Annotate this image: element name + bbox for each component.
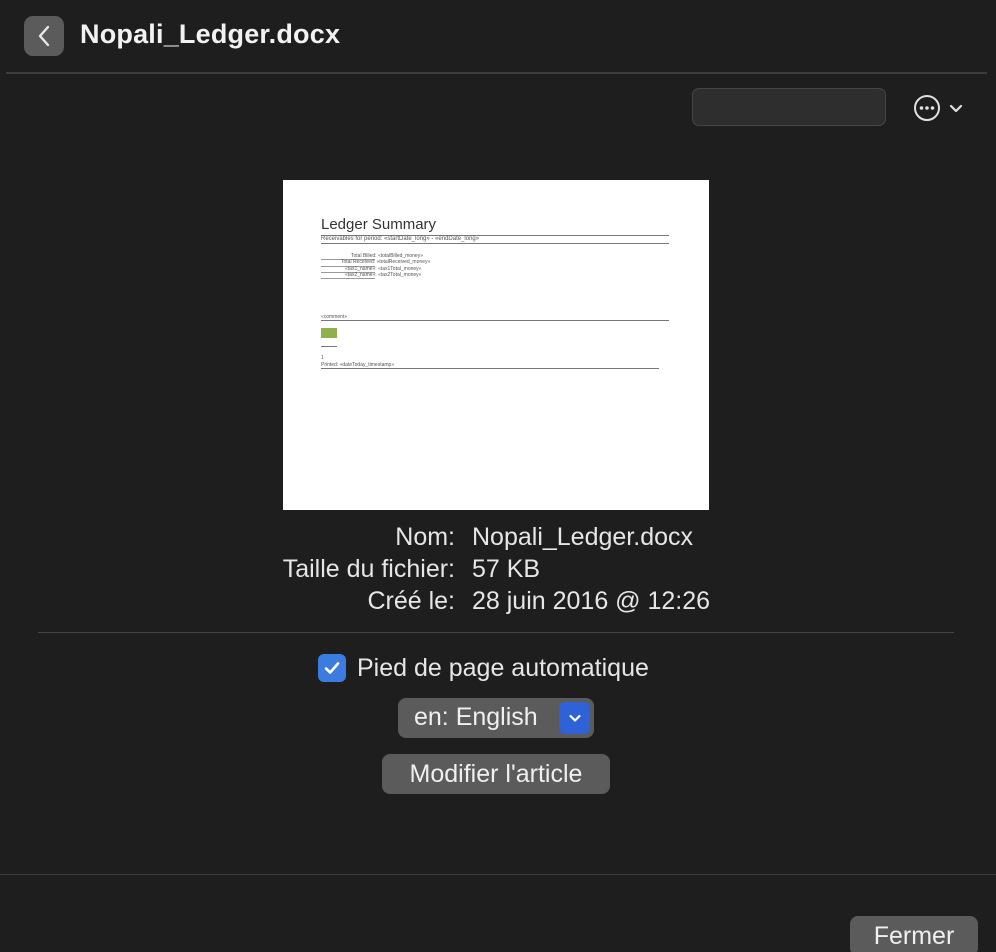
created-label: Créé le:: [367, 587, 455, 615]
info-row-size: Taille du fichier: 57 KB: [0, 555, 996, 585]
document-preview: Ledger Summary Receivables for period: «…: [283, 180, 709, 510]
language-select[interactable]: en: English: [398, 698, 594, 738]
preview-rule: [321, 243, 669, 244]
info-row-created: Créé le: 28 juin 2016 @ 12:26: [0, 587, 996, 617]
size-label: Taille du fichier:: [282, 555, 455, 583]
more-options-menu[interactable]: [912, 93, 966, 123]
name-value: Nopali_Ledger.docx: [472, 523, 693, 551]
edit-item-button[interactable]: Modifier l'article: [382, 754, 610, 794]
chevron-down-icon: [949, 104, 963, 113]
preview-page-number: 1: [321, 355, 324, 361]
preview-rule: [321, 320, 669, 321]
header-divider: [6, 72, 987, 74]
close-button[interactable]: Fermer: [850, 916, 978, 952]
preview-subtitle: Receivables for period: «startDate_long»…: [321, 236, 480, 242]
preview-image-placeholder: [321, 328, 337, 338]
language-select-value: en: English: [414, 703, 538, 731]
window-title: Nopali_Ledger.docx: [80, 19, 341, 49]
footer-divider: [0, 874, 996, 875]
header: Nopali_Ledger.docx: [0, 0, 996, 72]
toolbar-search-field[interactable]: [692, 88, 886, 126]
chevron-down-icon: [568, 714, 581, 722]
created-value: 28 juin 2016 @ 12:26: [472, 587, 711, 615]
document-info-window: Nopali_Ledger.docx Ledger Summary Receiv…: [0, 0, 996, 952]
checkmark-icon: [324, 662, 340, 674]
back-button[interactable]: [24, 16, 64, 56]
preview-line: Total Received: «totalReceived_money»: [341, 259, 431, 265]
size-value: 57 KB: [472, 555, 541, 583]
preview-rule: [321, 278, 375, 279]
preview-rule: [321, 368, 659, 369]
chevron-left-icon: [38, 25, 50, 47]
auto-footer-checkbox[interactable]: [318, 654, 346, 682]
ellipsis-circle-icon: [914, 95, 940, 121]
name-label: Nom:: [395, 523, 455, 551]
section-divider: [38, 632, 954, 633]
info-row-name: Nom: Nopali_Ledger.docx: [0, 523, 996, 553]
language-select-arrow[interactable]: [559, 702, 590, 734]
preview-rule: [321, 346, 337, 347]
auto-footer-option[interactable]: Pied de page automatique: [318, 653, 649, 683]
auto-footer-label: Pied de page automatique: [357, 653, 649, 682]
preview-heading: Ledger Summary: [321, 216, 437, 233]
